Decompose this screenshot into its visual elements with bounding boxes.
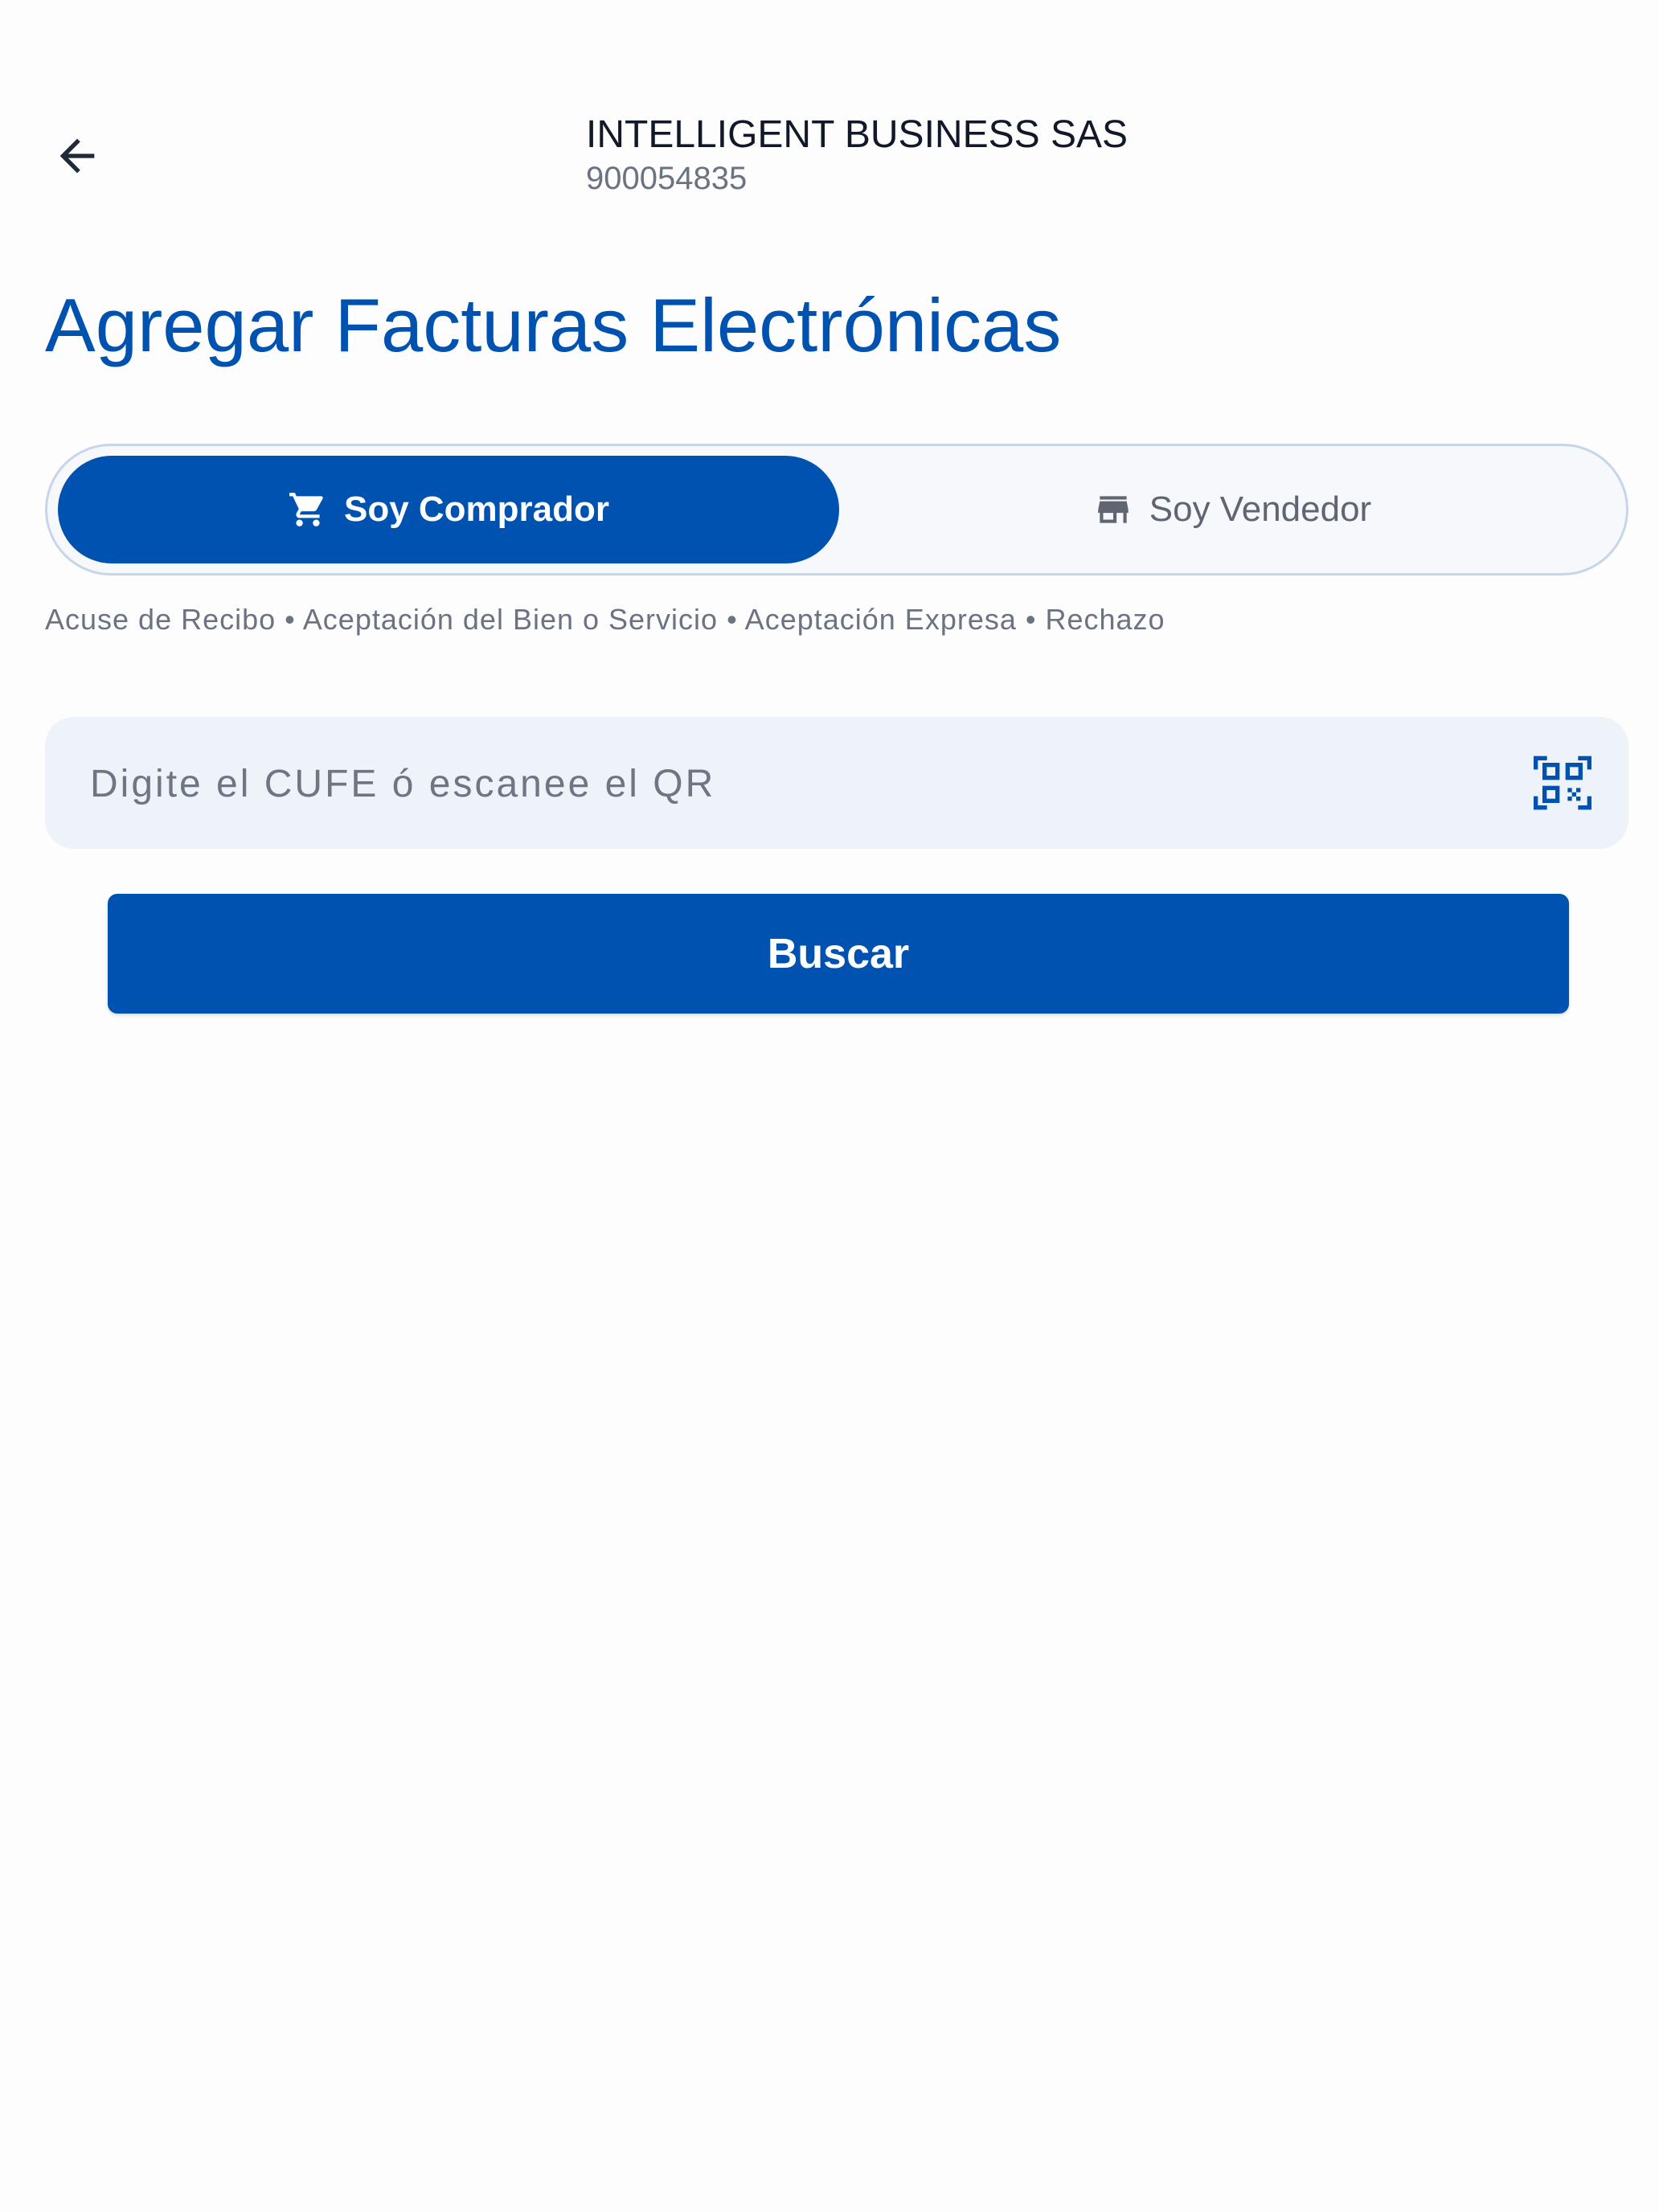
event-types-text: Acuse de Recibo • Aceptación del Bien o … (45, 603, 1165, 636)
back-button[interactable] (42, 121, 113, 191)
role-segmented-control: Soy Comprador Soy Vendedor (45, 444, 1628, 576)
app-header: INTELLIGENT BUSINESS SAS 900054835 (0, 0, 1659, 241)
seller-role-label: Soy Vendedor (1149, 490, 1372, 529)
qr-scan-button[interactable] (1530, 751, 1595, 815)
qr-code-scan-icon (1534, 756, 1591, 810)
store-icon (1093, 490, 1133, 530)
seller-role-option[interactable]: Soy Vendedor (843, 456, 1621, 563)
search-button[interactable]: Buscar (108, 894, 1569, 1014)
cufe-search-field (45, 717, 1628, 850)
buyer-role-option[interactable]: Soy Comprador (58, 456, 839, 563)
company-name: INTELLIGENT BUSINESS SAS (586, 113, 1128, 156)
company-nit: 900054835 (586, 161, 748, 196)
arrow-left-icon (59, 138, 95, 174)
cufe-input[interactable] (88, 717, 1522, 850)
page-title: Agregar Facturas Electrónicas (45, 283, 1062, 367)
company-info: INTELLIGENT BUSINESS SAS 900054835 (586, 111, 1128, 198)
shopping-cart-icon (288, 490, 328, 530)
buyer-role-label: Soy Comprador (343, 490, 610, 529)
